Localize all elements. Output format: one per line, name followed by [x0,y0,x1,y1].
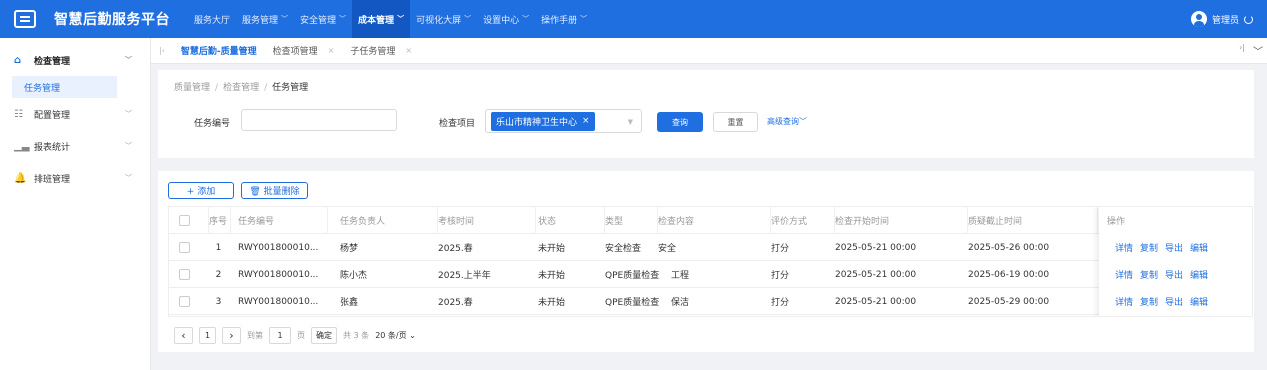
next-page-icon[interactable]: › [222,327,241,344]
export-link[interactable]: 导出 [1165,241,1183,254]
tab-subtask-management[interactable]: 子任务管理 × [342,44,420,57]
app-title: 智慧后勤服务平台 [54,12,170,28]
total-count: 共 3 条 [343,331,370,340]
row-actions: 详情 复制 导出 编辑 [1115,288,1215,315]
reset-button[interactable]: 重置 [713,112,758,132]
copy-link[interactable]: 复制 [1140,268,1158,281]
chevron-down-icon: ﹀ [464,15,472,23]
table-row[interactable]: 1 RWY001800010... 杨梦 2025.春 未开始 安全检查 安全 … [169,234,1252,261]
nav-item-cost-management[interactable]: 成本管理 ﹀ [352,0,411,38]
export-link[interactable]: 导出 [1165,295,1183,308]
detail-link[interactable]: 详情 [1115,295,1133,308]
add-button[interactable]: + 添加 [168,182,234,199]
task-no-label: 任务编号 [194,119,231,129]
tab-scroll-right-icon[interactable]: ›| [1239,43,1245,58]
menu-icon[interactable] [14,10,36,28]
selected-tag: 乐山市精神卫生中心 × [491,111,595,131]
chevron-down-icon: ﹀ [125,174,132,182]
tab-quality-management[interactable]: 智慧后勤-质量管理 [173,44,265,57]
goto-page-input[interactable]: 1 [269,327,291,344]
pagination: ‹ 1 › 到第 1 页 确定 共 3 条 20 条/页 ⌄ [174,327,416,344]
table-row[interactable]: 3 RWY001800010... 张鑫 2025.春 未开始 QPE质量检查 … [169,288,1252,315]
nav-item-dashboard[interactable]: 可视化大屏 ﹀ [410,0,477,38]
user-menu[interactable]: 管理员 [1190,0,1253,38]
chevron-down-icon: ﹀ [125,142,132,150]
edit-link[interactable]: 编辑 [1190,268,1208,281]
nav-item-service-management[interactable]: 服务管理 ﹀ [236,0,294,38]
sidebar-item-inspection[interactable]: ⌂ 检查管理 ﹀ [0,44,150,76]
bar-chart-icon: ▁▃ [14,140,30,152]
table-header: 序号 任务编号 任务负责人 考核时间 状态 类型 检查内容 评价方式 检查开始时… [169,207,1252,234]
current-page[interactable]: 1 [199,327,216,344]
sidebar-subitem-task-management[interactable]: 任务管理 [12,76,117,98]
query-button[interactable]: 查询 [657,112,703,132]
sidebar-item-reports[interactable]: ▁▃ 报表统计 ﹀ [0,130,150,162]
page-unit-label: 页 [297,331,305,340]
avatar [1190,11,1207,27]
chevron-down-icon: ﹀ [125,110,132,118]
row-checkbox[interactable] [179,242,190,253]
row-checkbox[interactable] [179,269,190,280]
edit-link[interactable]: 编辑 [1190,241,1208,254]
operation-column: 操作 详情 复制 导出 编辑 详情 复制 导出 编辑 详情 复制 导出 编辑 [1099,207,1252,316]
chevron-down-icon: ﹀ [397,15,405,23]
row-actions: 详情 复制 导出 编辑 [1115,261,1215,288]
task-table-panel: + 添加 🗑 批量删除 序号 任务编号 任务负责人 考核时间 状态 类型 检查内… [158,171,1254,352]
nav-item-manual[interactable]: 操作手册 ﹀ [535,0,593,38]
goto-label: 到第 [247,331,263,340]
detail-link[interactable]: 详情 [1115,241,1133,254]
table-row[interactable]: 2 RWY001800010... 陈小杰 2025.上半年 未开始 QPE质量… [169,261,1252,288]
filter-panel: 质量管理 / 检查管理 / 任务管理 任务编号 检查项目 乐山市精神卫生中心 × ▼ 查询… [158,70,1254,158]
chevron-down-icon: ﹀ [580,15,588,23]
row-checkbox[interactable] [179,296,190,307]
horizontal-scrollbar[interactable] [169,316,1002,317]
top-navbar: 智慧后勤服务平台 服务大厅 服务管理 ﹀ 安全管理 ﹀ 成本管理 ﹀ 可视化大屏 ﹀ 设… [0,0,1267,38]
advanced-query-link[interactable]: 高级查询﹀ [767,116,807,127]
tag-close-icon[interactable]: × [582,116,590,126]
task-table: 序号 任务编号 任务负责人 考核时间 状态 类型 检查内容 评价方式 检查开始时… [168,206,1253,317]
tab-bar: |‹ 智慧后勤-质量管理 检查项管理 × 子任务管理 × ›| ﹀ [151,38,1267,64]
select-all-checkbox[interactable] [179,215,190,226]
copy-link[interactable]: 复制 [1140,295,1158,308]
chevron-down-icon: ﹀ [125,56,132,64]
batch-delete-button[interactable]: 🗑 批量删除 [241,182,308,199]
page-size-select[interactable]: 20 条/页 ⌄ [375,330,416,341]
main-nav: 服务大厅 服务管理 ﹀ 安全管理 ﹀ 成本管理 ﹀ 可视化大屏 ﹀ 设置中心 ﹀ 操作手册… [188,0,593,38]
goto-confirm-button[interactable]: 确定 [311,327,337,344]
sidebar-item-config[interactable]: ☷ 配置管理 ﹀ [0,98,150,130]
sidebar-item-scheduling[interactable]: 🔔 排班管理 ﹀ [0,162,150,194]
operation-header: 操作 [1107,217,1126,227]
home-icon: ⌂ [14,54,22,66]
tab-scroll-left-icon[interactable]: |‹ [151,46,173,55]
dropdown-arrow-icon: ▼ [627,118,633,126]
close-icon[interactable]: × [328,46,335,55]
close-icon[interactable]: × [405,46,412,55]
task-no-input[interactable] [241,109,397,131]
export-link[interactable]: 导出 [1165,268,1183,281]
chevron-down-icon: ﹀ [281,15,289,23]
bell-icon: 🔔 [14,172,27,184]
chevron-down-icon: ﹀ [339,15,347,23]
tab-menu-chevron-icon[interactable]: ﹀ [1253,43,1263,58]
sidebar: ⌂ 检查管理 ﹀ 任务管理 ☷ 配置管理 ﹀ ▁▃ 报表统计 ﹀ 🔔 排班管理 … [0,38,151,370]
grid-icon: ☷ [14,108,23,120]
tab-check-item-management[interactable]: 检查项管理 × [265,44,343,57]
user-name: 管理员 [1211,15,1239,26]
row-actions: 详情 复制 导出 编辑 [1115,234,1215,261]
nav-item-service-hall[interactable]: 服务大厅 [188,0,236,38]
edit-link[interactable]: 编辑 [1190,295,1208,308]
power-icon[interactable] [1244,14,1253,24]
breadcrumb: 质量管理 / 检查管理 / 任务管理 [174,83,309,93]
nav-item-settings[interactable]: 设置中心 ﹀ [477,0,535,38]
check-item-label: 检查项目 [439,119,476,129]
copy-link[interactable]: 复制 [1140,241,1158,254]
check-item-select[interactable]: 乐山市精神卫生中心 × ▼ [485,109,642,133]
chevron-down-icon: ﹀ [522,15,530,23]
detail-link[interactable]: 详情 [1115,268,1133,281]
prev-page-icon[interactable]: ‹ [174,327,193,344]
nav-item-safety-management[interactable]: 安全管理 ﹀ [294,0,352,38]
